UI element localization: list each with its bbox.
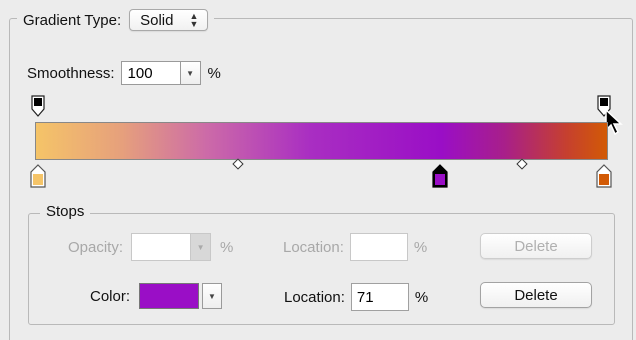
opacity-stop-left-swatch [34, 98, 42, 106]
updown-arrows-icon: ▲ ▼ [189, 11, 199, 29]
stops-title: Stops [40, 203, 91, 220]
smoothness-label: Smoothness: [27, 64, 115, 82]
opacity-unit: % [220, 238, 234, 256]
opacity-location-row: Location: % [283, 233, 427, 261]
color-delete-button[interactable]: Delete [480, 282, 592, 308]
color-stop-selected[interactable] [432, 164, 448, 188]
color-dropdown-button[interactable]: ▼ [202, 283, 223, 309]
opacity-stop-left[interactable] [31, 95, 45, 117]
smoothness-row: Smoothness: ▼ % [27, 59, 221, 87]
opacity-row: Opacity: ▼ % [68, 233, 233, 261]
chevron-down-icon: ▼ [186, 68, 194, 78]
color-swatch[interactable] [139, 283, 200, 309]
color-stop-left[interactable] [30, 164, 46, 188]
color-row: Color: ▼ [90, 283, 223, 309]
gradient-preview-bar[interactable] [35, 122, 608, 160]
smoothness-input[interactable] [120, 61, 181, 85]
opacity-stop-right-swatch [600, 98, 608, 106]
smoothness-dropdown-button[interactable]: ▼ [180, 61, 201, 85]
color-label: Color: [90, 287, 131, 305]
color-stop-right-swatch [599, 174, 609, 185]
opacity-location-label: Location: [283, 238, 344, 256]
opacity-dropdown-button[interactable]: ▼ [191, 233, 212, 261]
opacity-input[interactable] [131, 233, 192, 261]
opacity-location-input[interactable] [349, 233, 408, 261]
color-location-label: Location: [284, 288, 345, 306]
gradient-type-label: Gradient Type: [23, 11, 122, 29]
color-stop-selected-swatch [435, 174, 445, 185]
color-location-unit: % [414, 288, 429, 306]
opacity-label: Opacity: [68, 238, 124, 256]
smoothness-unit: % [207, 64, 221, 82]
gradient-type-header: Gradient Type: Solid ▲ ▼ [17, 7, 215, 33]
color-stop-right[interactable] [596, 164, 612, 188]
opacity-location-unit: % [413, 238, 428, 256]
color-location-input[interactable] [350, 283, 409, 311]
gradient-type-value: Solid [140, 11, 174, 29]
color-stop-left-swatch [33, 174, 43, 185]
color-location-row: Location: % [284, 283, 428, 311]
chevron-down-icon: ▼ [208, 291, 216, 301]
opacity-delete-button[interactable]: Delete [480, 233, 592, 259]
chevron-down-icon: ▼ [196, 242, 205, 252]
gradient-type-popup[interactable]: Solid ▲ ▼ [129, 9, 209, 31]
